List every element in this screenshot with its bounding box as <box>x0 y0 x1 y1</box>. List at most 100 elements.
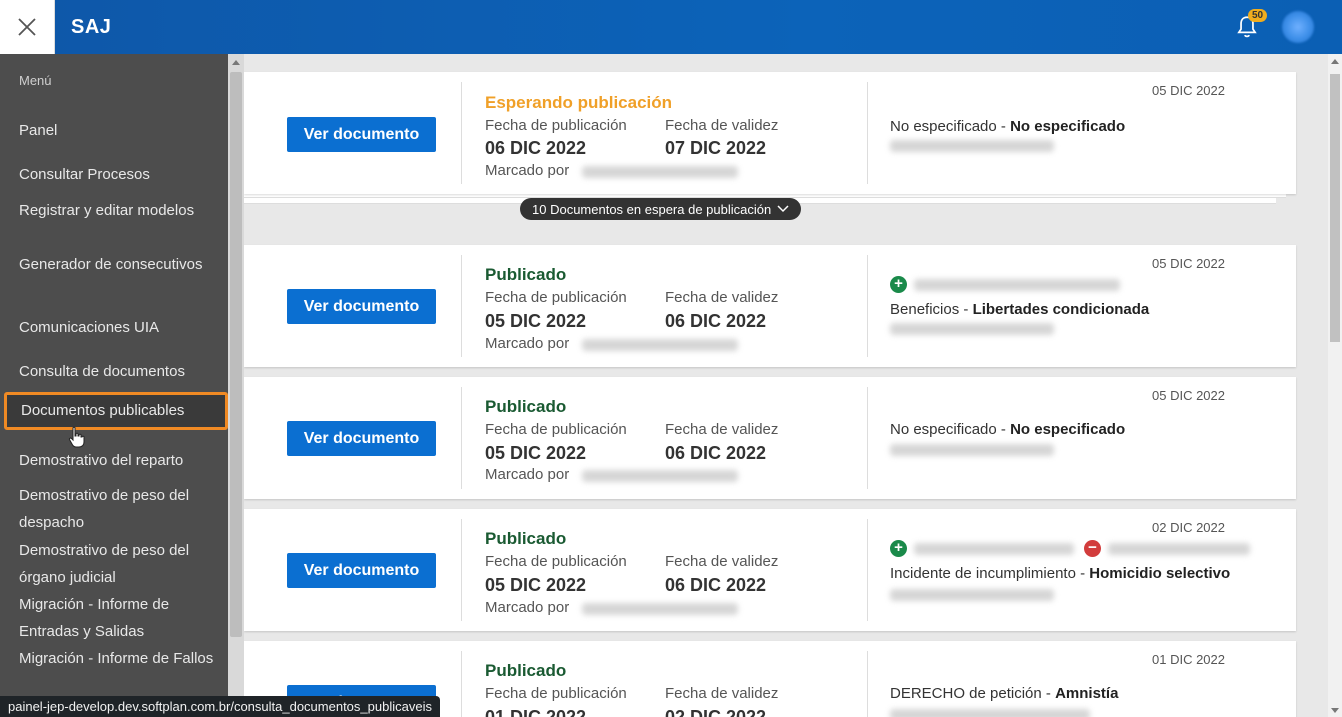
notification-badge: 50 <box>1248 9 1268 22</box>
redacted-detail <box>890 709 1090 717</box>
valid-date-value: 06 DIC 2022 <box>665 575 767 595</box>
redacted-detail <box>890 444 1054 456</box>
divider <box>461 255 462 357</box>
divider <box>867 387 868 489</box>
document-card: Ver documento Esperando publicación Fech… <box>244 72 1296 194</box>
pub-date-value: 05 DIC 2022 <box>485 311 587 331</box>
status-label: Esperando publicación <box>485 93 673 112</box>
status-label: Publicado <box>485 661 567 680</box>
redacted-detail <box>890 140 1054 152</box>
pub-date-label: Fecha de publicación <box>485 685 627 702</box>
pending-documents-toggle[interactable]: 10 Documentos en espera de publicación <box>520 198 802 220</box>
card-date: 05 DIC 2022 <box>1152 256 1225 271</box>
scroll-up-arrow-icon[interactable] <box>1331 59 1339 64</box>
pending-documents-label: 10 Documentos en espera de publicación <box>532 201 772 217</box>
valid-date-label: Fecha de validez <box>665 685 779 702</box>
divider <box>867 651 868 717</box>
redacted-party <box>914 279 1120 291</box>
page-scrollbar[interactable] <box>1328 54 1342 717</box>
valid-date-label: Fecha de validez <box>665 421 779 438</box>
browser-status-bar: painel-jep-develop.dev.softplan.com.br/c… <box>0 696 440 717</box>
pub-date-value: 05 DIC 2022 <box>485 575 587 595</box>
redacted-party <box>914 543 1074 555</box>
close-menu-button[interactable] <box>0 0 55 54</box>
divider <box>461 651 462 717</box>
sidebar-item-consultar-procesos[interactable]: Consultar Procesos <box>19 161 219 188</box>
pub-date-label: Fecha de publicación <box>485 117 627 134</box>
case-info: No especificado - No especificado <box>890 118 1126 135</box>
documents-list: o Ver documento Esperando publicación Fe… <box>244 54 1328 717</box>
marked-by-label: Marcado por <box>485 162 570 179</box>
sidebar-item-peso-despacho[interactable]: Demostrativo de peso del despacho <box>19 482 219 536</box>
valid-date-label: Fecha de validez <box>665 553 779 570</box>
card-date: 05 DIC 2022 <box>1152 83 1225 98</box>
sidebar-item-informe-entradas[interactable]: Migración - Informe de Entradas y Salida… <box>19 591 219 645</box>
plus-icon: + <box>890 540 907 557</box>
valid-date-value: 06 DIC 2022 <box>665 311 767 331</box>
valid-date-label: Fecha de validez <box>665 289 779 306</box>
divider <box>867 519 868 621</box>
hand-cursor-icon <box>68 426 85 448</box>
redacted-user <box>582 166 738 178</box>
close-icon <box>18 18 36 36</box>
divider <box>461 519 462 621</box>
sidebar-item-demostrativo-reparto[interactable]: Demostrativo del reparto <box>19 447 219 474</box>
minus-icon: − <box>1084 540 1101 557</box>
divider <box>867 82 868 184</box>
case-info: No especificado - No especificado <box>890 421 1126 438</box>
user-avatar[interactable] <box>1282 11 1314 43</box>
status-label: Publicado <box>485 265 567 284</box>
redacted-user <box>582 470 738 482</box>
sidebar-item-peso-organo[interactable]: Demostrativo de peso del órgano judicial <box>19 537 219 591</box>
sidebar-item-registrar-modelos[interactable]: Registrar y editar modelos <box>19 197 219 224</box>
divider <box>461 82 462 184</box>
redacted-detail <box>890 323 1054 335</box>
pub-date-label: Fecha de publicación <box>485 553 627 570</box>
sidebar-item-documentos-publicables[interactable]: Documentos publicables <box>4 392 228 430</box>
pub-date-value: 06 DIC 2022 <box>485 138 587 158</box>
sidebar-menu: Menú Panel Consultar Procesos Registrar … <box>0 54 228 717</box>
redacted-party <box>1108 543 1250 555</box>
card-date: 01 DIC 2022 <box>1152 652 1225 667</box>
redacted-user <box>582 339 738 351</box>
valid-date-value: 02 DIC 2022 <box>665 707 767 717</box>
sidebar-scrollbar-thumb[interactable] <box>230 72 242 637</box>
sidebar-item-informe-fallos[interactable]: Migración - Informe de Fallos <box>19 645 219 672</box>
sidebar-scrollbar[interactable] <box>228 54 244 717</box>
page-scrollbar-thumb[interactable] <box>1330 74 1340 342</box>
divider <box>461 387 462 489</box>
view-document-button[interactable]: Ver documento <box>287 117 436 152</box>
sidebar-item-generador-consecutivos[interactable]: Generador de consecutivos <box>19 251 219 278</box>
scroll-down-arrow-icon[interactable] <box>1331 708 1339 713</box>
view-document-button[interactable]: Ver documento <box>287 421 436 456</box>
top-header: SAJ 50 <box>0 0 1342 54</box>
sidebar-item-panel[interactable]: Panel <box>19 117 219 144</box>
plus-icon: + <box>890 276 907 293</box>
document-card: Ver documento Publicado Fecha de publica… <box>244 245 1296 367</box>
status-label: Publicado <box>485 529 567 548</box>
valid-date-value: 07 DIC 2022 <box>665 138 767 158</box>
card-date: 05 DIC 2022 <box>1152 388 1225 403</box>
sidebar-item-consulta-documentos[interactable]: Consulta de documentos <box>19 358 219 385</box>
case-info: Beneficios - Libertades condicionada <box>890 301 1150 318</box>
valid-date-label: Fecha de validez <box>665 117 779 134</box>
marked-by-label: Marcado por <box>485 466 570 483</box>
view-document-button[interactable]: Ver documento <box>287 553 436 588</box>
app-brand: SAJ <box>71 16 112 38</box>
divider <box>867 255 868 357</box>
pub-date-value: 01 DIC 2022 <box>485 707 587 717</box>
pub-date-label: Fecha de publicación <box>485 421 627 438</box>
menu-title: Menú <box>19 73 52 88</box>
sidebar-item-comunicaciones-uia[interactable]: Comunicaciones UIA <box>19 314 219 341</box>
redacted-user <box>582 603 738 615</box>
redacted-detail <box>890 589 1054 601</box>
marked-by-label: Marcado por <box>485 335 570 352</box>
pub-date-label: Fecha de publicación <box>485 289 627 306</box>
status-label: Publicado <box>485 397 567 416</box>
scroll-up-arrow-icon[interactable] <box>232 60 240 65</box>
case-info: DERECHO de petición - Amnistía <box>890 685 1119 702</box>
view-document-button[interactable]: Ver documento <box>287 289 436 324</box>
document-card: Ver documento Publicado Fecha de publica… <box>244 509 1296 631</box>
chevron-down-icon <box>777 205 789 213</box>
pub-date-value: 05 DIC 2022 <box>485 443 587 463</box>
